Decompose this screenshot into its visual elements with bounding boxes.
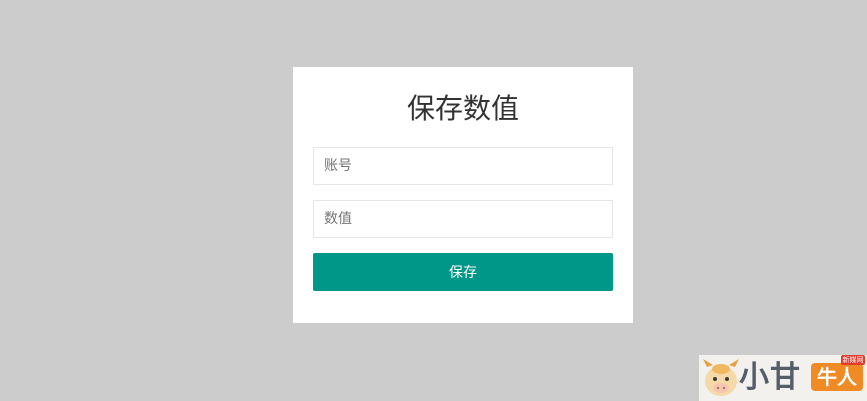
watermark-logo: 小甘 牛人 新媒网 [699,355,867,401]
page: 保存数值 保存 小甘 牛人 新媒网 [0,0,867,401]
cow-mascot-icon [703,359,739,396]
account-input[interactable] [313,147,613,185]
save-value-form: 保存数值 保存 [293,67,633,323]
value-input[interactable] [313,200,613,238]
watermark-badge: 牛人 [811,363,863,391]
save-button[interactable]: 保存 [313,253,613,291]
watermark-brand-text: 小甘 [739,360,801,395]
form-title: 保存数值 [406,92,519,125]
watermark-small-tag: 新媒网 [841,355,865,365]
